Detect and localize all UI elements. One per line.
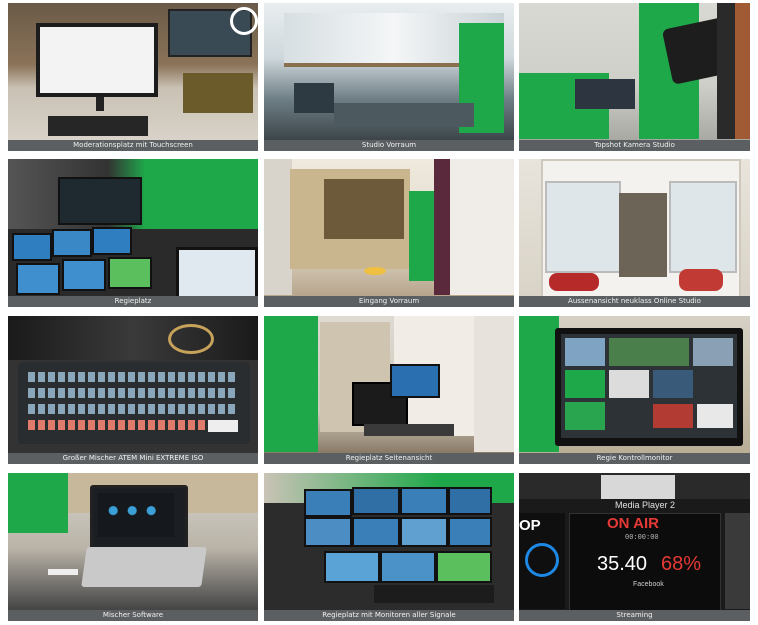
stream-timer: 00:00:00: [625, 534, 659, 542]
tile-photo: [8, 473, 258, 610]
gallery-tile[interactable]: Regieplatz mit Monitoren aller Signale: [264, 473, 514, 621]
gallery-tile[interactable]: Eingang Vorraum: [264, 159, 514, 307]
gallery-tile[interactable]: Studio Vorraum: [264, 3, 514, 151]
gallery-tile[interactable]: Regie Kontrollmonitor: [519, 316, 750, 464]
gallery-tile[interactable]: Moderationsplatz mit Touchscreen: [8, 3, 258, 151]
gallery-tile[interactable]: Media Player 2 OP ON AIR 00:00:00 35.40 …: [519, 473, 750, 621]
tile-caption: Regie Kontrollmonitor: [519, 453, 750, 464]
tile-photo: Media Player 2 OP ON AIR 00:00:00 35.40 …: [519, 473, 750, 610]
tile-photo: [519, 316, 750, 453]
gallery-tile[interactable]: Mischer Software: [8, 473, 258, 621]
tile-caption: Topshot Kamera Studio: [519, 140, 750, 151]
gallery-tile[interactable]: Aussenansicht neuklass Online Studio: [519, 159, 750, 307]
gallery-tile[interactable]: Topshot Kamera Studio: [519, 3, 750, 151]
on-air-status: ON AIR: [607, 515, 659, 532]
tile-caption: Eingang Vorraum: [264, 296, 514, 307]
tile-photo: [264, 473, 514, 610]
tile-caption: Regieplatz Seitenansicht: [264, 453, 514, 464]
tile-photo: [264, 159, 514, 296]
tile-caption: Aussenansicht neuklass Online Studio: [519, 296, 750, 307]
stream-value-left: 35.40: [597, 553, 648, 575]
stream-value-right: 68%: [661, 553, 702, 575]
tile-photo: [8, 316, 258, 453]
tile-caption: Moderationsplatz mit Touchscreen: [8, 140, 258, 151]
tile-photo: [8, 159, 258, 296]
tile-photo: [519, 159, 750, 296]
photo-gallery: Moderationsplatz mit Touchscreen Studio …: [0, 0, 758, 625]
tile-photo: [264, 3, 514, 140]
tile-caption: Regieplatz: [8, 296, 258, 307]
media-player-title: Media Player 2: [615, 500, 676, 510]
gallery-tile[interactable]: Regieplatz Seitenansicht: [264, 316, 514, 464]
gallery-tile[interactable]: Regieplatz: [8, 159, 258, 307]
tile-caption: Regieplatz mit Monitoren aller Signale: [264, 610, 514, 621]
edge-label: OP: [519, 517, 541, 534]
tile-photo: [264, 316, 514, 453]
tile-photo: [8, 3, 258, 140]
stream-platform: Facebook: [633, 581, 664, 588]
tile-caption: Studio Vorraum: [264, 140, 514, 151]
tile-caption: Großer Mischer ATEM Mini EXTREME ISO: [8, 453, 258, 464]
tile-caption: Mischer Software: [8, 610, 258, 621]
tile-photo: [519, 3, 750, 140]
tile-caption: Streaming: [519, 610, 750, 621]
gallery-tile[interactable]: Großer Mischer ATEM Mini EXTREME ISO: [8, 316, 258, 464]
